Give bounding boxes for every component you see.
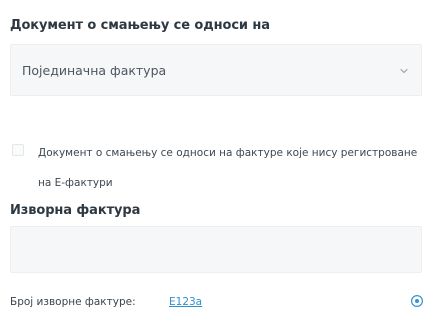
source-invoice-input[interactable]: [10, 226, 422, 273]
credit-note-reference-form: Документ о смањењу се односи на Поједина…: [0, 0, 435, 320]
not-registered-checkbox[interactable]: [12, 144, 24, 156]
source-invoice-number-label: Број изворне фактуре:: [10, 296, 136, 308]
source-invoice-number-link[interactable]: E123a: [169, 296, 202, 308]
not-registered-checkbox-label[interactable]: Документ о смањењу се односи на фактуре …: [38, 138, 418, 198]
chevron-down-icon: [399, 66, 409, 76]
info-icon[interactable]: [410, 294, 424, 308]
source-invoice-number-row: Број изворне фактуре: E123a: [10, 294, 428, 314]
not-registered-option: Документ о смањењу се односи на фактуре …: [10, 140, 422, 200]
source-invoice-title: Изворна фактура: [10, 203, 141, 218]
reference-type-selected-value: Појединачна фактура: [22, 63, 167, 78]
reference-type-select[interactable]: Појединачна фактура: [10, 44, 422, 96]
reference-section-title: Документ о смањењу се односи на: [10, 18, 270, 33]
